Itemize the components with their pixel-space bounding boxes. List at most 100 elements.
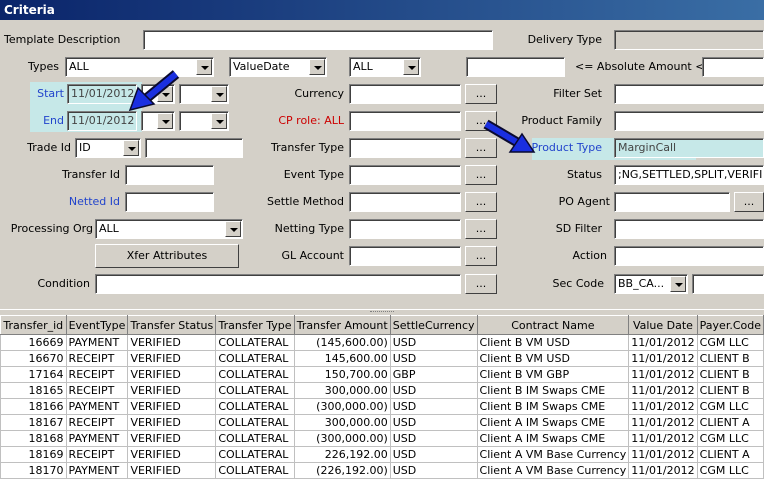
- column-header[interactable]: Payer.Code: [696, 315, 764, 335]
- condition-browse-button[interactable]: ...: [465, 274, 497, 294]
- start-date-field[interactable]: 11/01/2012: [67, 84, 137, 104]
- xfer-attributes-button[interactable]: Xfer Attributes: [95, 244, 239, 268]
- column-header[interactable]: EventType: [65, 315, 129, 335]
- end-unit-select[interactable]: [179, 111, 229, 131]
- column-header[interactable]: SettleCurrency: [389, 315, 478, 335]
- table-row[interactable]: 18168 PAYMENT VERIFIED COLLATERAL (300,000.0…: [0, 430, 764, 447]
- table-cell: CLIENT A: [696, 414, 764, 431]
- column-header[interactable]: Transfer Amount: [293, 315, 391, 335]
- table-cell: COLLATERAL: [215, 350, 295, 367]
- chevron-down-icon[interactable]: [670, 276, 686, 292]
- date-range-select[interactable]: ALL: [349, 57, 421, 77]
- chevron-down-icon[interactable]: [309, 59, 325, 75]
- table-cell: USD: [389, 350, 478, 367]
- chevron-down-icon[interactable]: [123, 140, 139, 156]
- settle-method-field[interactable]: [349, 192, 461, 212]
- transfer-type-label: Transfer Type: [271, 141, 344, 154]
- sec-code-field[interactable]: [692, 274, 764, 294]
- table-row[interactable]: 18167 RECEIPT VERIFIED COLLATERAL 300,000.00…: [0, 414, 764, 431]
- end-date-field[interactable]: 11/01/2012: [67, 111, 137, 131]
- event-type-label: Event Type: [283, 168, 344, 181]
- gl-account-field[interactable]: [349, 246, 461, 266]
- chevron-down-icon[interactable]: [196, 59, 212, 75]
- table-row[interactable]: 16669 PAYMENT VERIFIED COLLATERAL (145,600.0…: [0, 334, 764, 351]
- sd-filter-label: SD Filter: [555, 222, 602, 235]
- currency-label: Currency: [294, 87, 344, 100]
- table-cell: 18168: [0, 430, 67, 447]
- table-row[interactable]: 16670 RECEIPT VERIFIED COLLATERAL 145,600.00…: [0, 350, 764, 367]
- sd-filter-field[interactable]: [614, 219, 764, 239]
- settle-method-browse-button[interactable]: ...: [465, 192, 497, 212]
- condition-field[interactable]: [95, 274, 461, 294]
- table-header-row: Transfer_id EventType Transfer Status Trans…: [0, 315, 764, 335]
- table-cell: 11/01/2012: [628, 366, 698, 383]
- cp-role-label[interactable]: CP role: ALL: [250, 111, 344, 131]
- netted-id-field[interactable]: [125, 192, 214, 212]
- table-row[interactable]: 18165 RECEIPT VERIFIED COLLATERAL 300,000.00…: [0, 382, 764, 399]
- table-cell: VERIFIED: [127, 366, 217, 383]
- gl-account-browse-button[interactable]: ...: [465, 246, 497, 266]
- chevron-down-icon[interactable]: [157, 113, 173, 129]
- table-cell: Client A VM Base Currency: [476, 462, 630, 479]
- product-family-field[interactable]: [614, 111, 764, 131]
- column-header[interactable]: Contract Name: [476, 315, 630, 335]
- template-description-field[interactable]: [143, 30, 493, 50]
- table-cell: VERIFIED: [127, 462, 217, 479]
- end-offset-select[interactable]: [141, 111, 175, 131]
- event-type-field[interactable]: [349, 165, 461, 185]
- chevron-down-icon[interactable]: [225, 221, 241, 237]
- processing-org-select[interactable]: ALL: [95, 219, 243, 239]
- po-agent-browse-button[interactable]: ...: [734, 192, 764, 212]
- splitter-grip[interactable]: [370, 311, 394, 314]
- table-cell: 11/01/2012: [628, 398, 698, 415]
- abs-amount-min-field[interactable]: [466, 57, 565, 77]
- trade-id-select[interactable]: ID: [75, 138, 141, 158]
- start-unit-select[interactable]: [179, 84, 229, 104]
- action-field[interactable]: [614, 246, 764, 266]
- delivery-type-field[interactable]: [614, 30, 764, 50]
- table-cell: RECEIPT: [65, 446, 129, 463]
- netting-type-field[interactable]: [349, 219, 461, 239]
- table-row[interactable]: 18169 RECEIPT VERIFIED COLLATERAL 226,192.00…: [0, 446, 764, 463]
- trade-id-field[interactable]: [145, 138, 243, 158]
- table-cell: COLLATERAL: [215, 382, 295, 399]
- table-cell: CLIENT A: [696, 446, 764, 463]
- table-cell: CLIENT B: [696, 350, 764, 367]
- table-cell: CGM LLC: [696, 334, 764, 351]
- table-cell: 11/01/2012: [628, 382, 698, 399]
- event-type-browse-button[interactable]: ...: [465, 165, 497, 185]
- product-type-field[interactable]: MarginCall: [614, 138, 764, 158]
- chevron-down-icon[interactable]: [211, 86, 227, 102]
- column-header[interactable]: Value Date: [628, 315, 698, 335]
- table-cell: VERIFIED: [127, 414, 217, 431]
- chevron-down-icon[interactable]: [211, 113, 227, 129]
- transfer-id-field[interactable]: [125, 165, 214, 185]
- column-header[interactable]: Transfer_id: [0, 315, 67, 335]
- transfer-type-field[interactable]: [349, 138, 461, 158]
- table-cell: 16669: [0, 334, 67, 351]
- netted-id-label: Netted Id: [68, 195, 120, 208]
- currency-browse-button[interactable]: ...: [465, 84, 497, 104]
- window-title: Criteria: [0, 0, 764, 20]
- table-cell: (145,600.00): [293, 334, 391, 351]
- chevron-down-icon[interactable]: [403, 59, 419, 75]
- condition-label: Condition: [37, 277, 91, 290]
- table-row[interactable]: 17164 RECEIPT VERIFIED COLLATERAL 150,700.00…: [0, 366, 764, 383]
- column-header[interactable]: Transfer Type: [215, 315, 295, 335]
- currency-field[interactable]: [349, 84, 461, 104]
- table-cell: PAYMENT: [65, 462, 129, 479]
- abs-amount-max-field[interactable]: [702, 57, 764, 77]
- po-agent-field[interactable]: [614, 192, 730, 212]
- cp-role-field[interactable]: [349, 111, 461, 131]
- table-row[interactable]: 18170 PAYMENT VERIFIED COLLATERAL (226,192.0…: [0, 462, 764, 479]
- filter-set-field[interactable]: [614, 84, 764, 104]
- table-cell: Client A VM Base Currency: [476, 446, 630, 463]
- sec-code-select[interactable]: BB_CA...: [614, 274, 688, 294]
- table-row[interactable]: 18166 PAYMENT VERIFIED COLLATERAL (300,000.0…: [0, 398, 764, 415]
- criteria-form: Template Description Delivery Type Types…: [0, 20, 764, 310]
- table-cell: 11/01/2012: [628, 446, 698, 463]
- status-field[interactable]: ;NG,SETTLED,SPLIT,VERIFIED: [614, 165, 764, 185]
- netting-type-browse-button[interactable]: ...: [465, 219, 497, 239]
- value-date-select[interactable]: ValueDate: [229, 57, 327, 77]
- column-header[interactable]: Transfer Status: [127, 315, 217, 335]
